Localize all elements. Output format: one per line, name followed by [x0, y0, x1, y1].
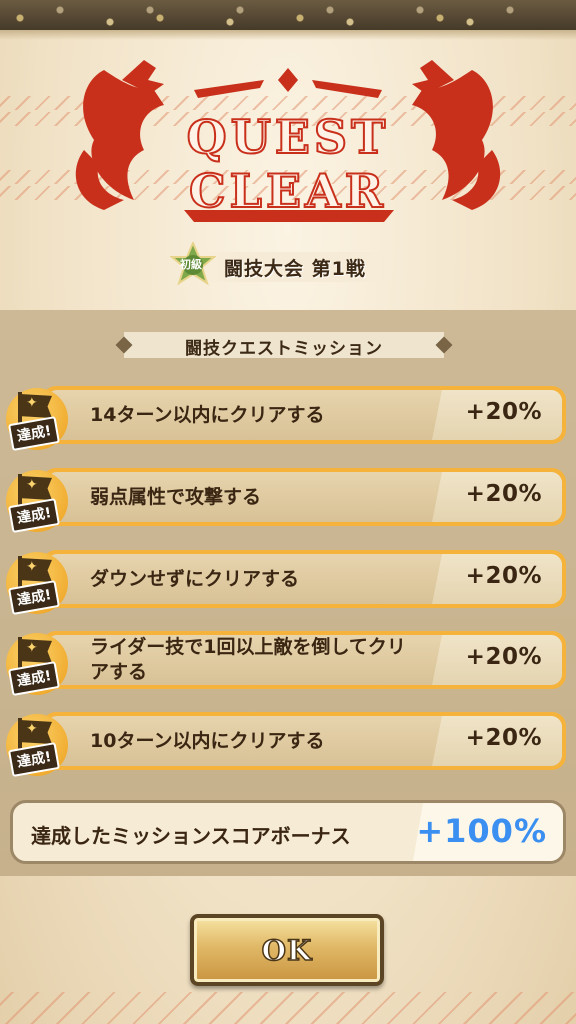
mission-text: 14ターン以内にクリアする	[90, 403, 325, 426]
achieved-badge: ✦ 達成!	[6, 710, 76, 777]
logo-clear-text: CLEAR	[188, 164, 387, 218]
achieved-badge: ✦ 達成!	[6, 629, 76, 696]
mission-bonus: +20%	[465, 563, 542, 589]
missions-header: 闘技クエストミッション	[104, 332, 464, 359]
mission-bonus: +20%	[465, 399, 542, 425]
mission-text: 弱点属性で攻撃する	[90, 485, 262, 508]
achieved-badge: ✦ 達成!	[6, 466, 76, 533]
logo-quest-text: QUEST	[186, 110, 390, 164]
difficulty-badge: 初級	[169, 240, 217, 288]
ok-button[interactable]: OK	[190, 914, 384, 986]
achieved-badge: ✦ 達成!	[6, 548, 76, 615]
mission-row: 弱点属性で攻撃する +20% ✦ 達成!	[6, 466, 568, 533]
difficulty-label: 初級	[180, 258, 202, 271]
mission-bonus: +20%	[465, 481, 542, 507]
mission-text: 10ターン以内にクリアする	[90, 729, 325, 752]
score-bonus-value: +100%	[416, 812, 547, 850]
mission-row: 10ターン以内にクリアする +20% ✦ 達成!	[6, 710, 568, 777]
stage-banner: 初級 闘技大会 第1戦	[160, 240, 416, 288]
mission-row: ダウンせずにクリアする +20% ✦ 達成!	[6, 548, 568, 615]
achieved-badge: ✦ 達成!	[6, 384, 76, 451]
mission-bonus: +20%	[465, 644, 542, 670]
mission-text: ライダー技で1回以上敵を倒してクリアする	[90, 636, 406, 683]
stage-title: 闘技大会 第1戦	[224, 258, 366, 280]
quest-clear-logo: QUEST CLEAR	[64, 50, 512, 230]
score-bonus-summary: 達成したミッションスコアボーナス +100%	[10, 800, 566, 864]
mission-row: 14ターン以内にクリアする +20% ✦ 達成!	[6, 384, 568, 451]
ok-button-label: OK	[261, 933, 313, 968]
mission-bonus: +20%	[465, 725, 542, 751]
missions-header-label: 闘技クエストミッション	[185, 339, 383, 359]
mission-row: ライダー技で1回以上敵を倒してクリアする +20% ✦ 達成!	[6, 629, 568, 696]
mission-text: ダウンせずにクリアする	[90, 567, 300, 590]
tribal-pattern	[0, 992, 576, 1024]
score-bonus-label: 達成したミッションスコアボーナス	[31, 824, 351, 848]
